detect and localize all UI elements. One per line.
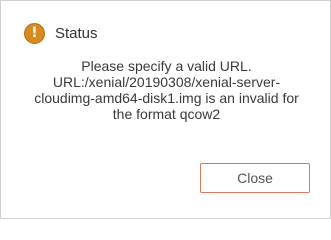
message-line: cloudimg-amd64-disk1.img is an invalid f… xyxy=(34,90,299,106)
message-line: URL:/xenial/20190308/xenial-server- xyxy=(52,74,281,90)
message-line: Please specify a valid URL. xyxy=(81,58,252,74)
status-dialog: ! Status Please specify a valid URL. URL… xyxy=(0,0,331,219)
dialog-header: ! Status xyxy=(24,22,98,44)
close-button[interactable]: Close xyxy=(200,163,310,193)
message-line: the format qcow2 xyxy=(112,106,221,122)
dialog-message: Please specify a valid URL. URL:/xenial/… xyxy=(23,58,310,122)
dialog-title: Status xyxy=(55,24,98,42)
warning-icon: ! xyxy=(24,22,45,44)
